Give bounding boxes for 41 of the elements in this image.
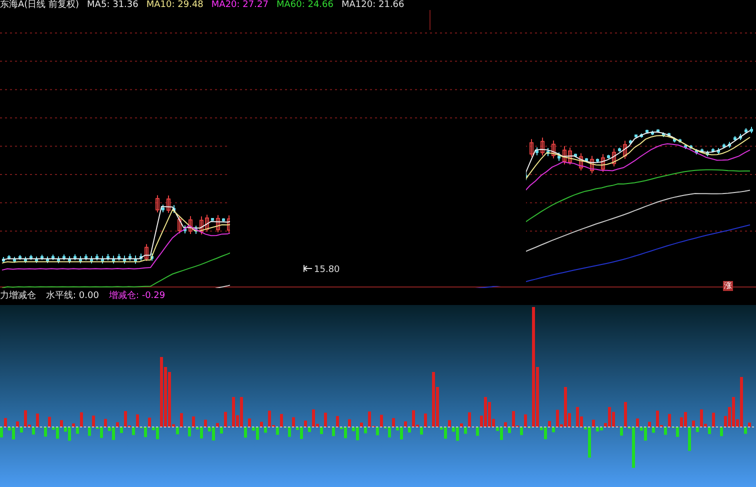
negative-histogram-bar (364, 427, 367, 434)
negative-histogram-bar (744, 427, 747, 434)
negative-histogram-bar (476, 427, 479, 436)
ma-value: MA20: 27.27 (211, 0, 268, 10)
negative-histogram-bar (0, 427, 3, 438)
negative-histogram-bar (464, 427, 467, 434)
negative-histogram-bar (220, 427, 223, 434)
negative-histogram-bar (420, 427, 423, 435)
negative-histogram-bar (708, 427, 711, 434)
negative-histogram-bar (308, 427, 311, 432)
negative-histogram-bar (20, 427, 23, 432)
negative-histogram-bar (652, 427, 655, 433)
negative-histogram-bar (408, 427, 411, 432)
ma-value: MA5: 31.36 (87, 0, 138, 10)
negative-histogram-bar (176, 427, 179, 434)
negative-histogram-bar (508, 427, 511, 434)
negative-histogram-bar (132, 427, 135, 436)
negative-histogram-bar (620, 427, 623, 436)
negative-histogram-bar (120, 427, 123, 434)
indicator-name: 力增减仓 (0, 290, 36, 302)
indicator-value: 增减仓: -0.29 (108, 290, 166, 302)
rise-badge: 涨 (723, 281, 733, 291)
negative-histogram-bar (264, 427, 267, 433)
negative-histogram-bar (376, 427, 379, 436)
negative-histogram-bar (244, 427, 247, 438)
arrow-icon (304, 264, 312, 272)
ma-value: MA60: 24.66 (276, 0, 334, 10)
negative-histogram-bar (696, 427, 699, 432)
indicator-value: 水平线: 0.00 (46, 290, 99, 302)
negative-histogram-bar (88, 427, 91, 436)
negative-histogram-bar (688, 427, 691, 451)
negative-histogram-bar (76, 427, 79, 434)
price-label: 15.80 (314, 265, 340, 275)
ma-value: MA120: 21.66 (342, 0, 404, 10)
negative-histogram-bar (276, 427, 279, 435)
negative-histogram-bar (664, 427, 667, 435)
negative-histogram-bar (320, 427, 323, 434)
negative-histogram-bar (552, 427, 555, 432)
negative-histogram-bar (520, 427, 523, 436)
ma-value: MA10: 29.48 (146, 0, 204, 10)
negative-histogram-bar (32, 427, 35, 435)
